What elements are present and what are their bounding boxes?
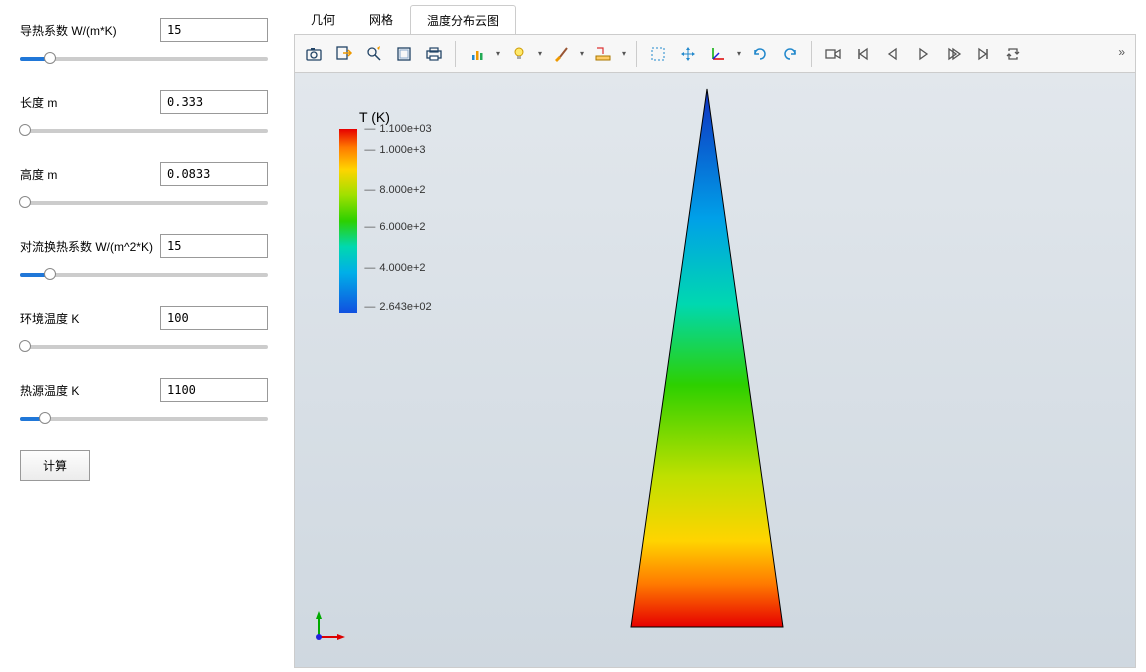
move-arrows-icon[interactable] — [675, 41, 701, 67]
toolbar-separator — [455, 41, 456, 67]
brush-icon[interactable] — [548, 41, 574, 67]
dropdown-arrow-icon[interactable]: ▾ — [735, 49, 743, 58]
param-slider[interactable] — [20, 264, 268, 284]
legend-tick: 4.000e+2 — [364, 263, 425, 274]
repeat-icon[interactable] — [1000, 41, 1026, 67]
param-input[interactable] — [160, 378, 268, 402]
graph-icon[interactable] — [464, 41, 490, 67]
last-frame-icon[interactable] — [970, 41, 996, 67]
param-label: 长度 m — [20, 94, 160, 111]
compute-button[interactable]: 计算 — [20, 450, 90, 481]
param-group: 热源温度 K — [20, 378, 270, 428]
tab[interactable]: 几何 — [294, 4, 352, 34]
param-slider[interactable] — [20, 48, 268, 68]
param-slider[interactable] — [20, 192, 268, 212]
parameters-panel: 导热系数 W/(m*K) 长度 m 高度 m 对流换热系数 W/(m^2*K) … — [0, 0, 290, 672]
param-slider[interactable] — [20, 408, 268, 428]
param-slider[interactable] — [20, 120, 268, 140]
param-input[interactable] — [160, 90, 268, 114]
lightbulb-icon[interactable] — [506, 41, 532, 67]
next-frame-icon[interactable] — [940, 41, 966, 67]
maximize-icon[interactable]: » — [1118, 45, 1125, 59]
param-label: 高度 m — [20, 166, 160, 183]
param-input[interactable] — [160, 234, 268, 258]
viewport[interactable]: T (K) 1.100e+031.000e+38.000e+26.000e+24… — [295, 73, 1135, 667]
legend-tick: 1.000e+3 — [364, 145, 425, 156]
param-group: 高度 m — [20, 162, 270, 212]
play-icon[interactable] — [910, 41, 936, 67]
first-frame-icon[interactable] — [850, 41, 876, 67]
param-group: 导热系数 W/(m*K) — [20, 18, 270, 68]
select-box-icon[interactable] — [645, 41, 671, 67]
param-input[interactable] — [160, 306, 268, 330]
rotate-ccw-icon[interactable] — [777, 41, 803, 67]
param-input[interactable] — [160, 18, 268, 42]
toolbar-separator — [811, 41, 812, 67]
toolbar-separator — [636, 41, 637, 67]
color-legend: T (K) 1.100e+031.000e+38.000e+26.000e+24… — [321, 109, 390, 313]
param-group: 对流换热系数 W/(m^2*K) — [20, 234, 270, 284]
dropdown-arrow-icon[interactable]: ▾ — [494, 49, 502, 58]
dropdown-arrow-icon[interactable]: ▾ — [578, 49, 586, 58]
rotate-cw-icon[interactable] — [747, 41, 773, 67]
dropdown-arrow-icon[interactable]: ▾ — [536, 49, 544, 58]
print-icon[interactable] — [421, 41, 447, 67]
visualization-panel: 几何网格温度分布云图 ▾ ▾ ▾ ▾ ▾ » T (K) 1.100e+031.000e+… — [290, 0, 1146, 672]
param-group: 环境温度 K — [20, 306, 270, 356]
legend-tick: 1.100e+03 — [364, 124, 431, 135]
export-icon[interactable] — [331, 41, 357, 67]
legend-tick: 2.643e+02 — [364, 302, 431, 313]
camera-icon[interactable] — [301, 41, 327, 67]
viewport-container: ▾ ▾ ▾ ▾ ▾ » T (K) 1.100e+031.000e+38.000e+26.… — [294, 34, 1136, 668]
zoom-magnify-icon[interactable] — [361, 41, 387, 67]
tab[interactable]: 温度分布云图 — [410, 5, 516, 35]
video-camera-icon[interactable] — [820, 41, 846, 67]
param-label: 热源温度 K — [20, 382, 160, 399]
param-label: 对流换热系数 W/(m^2*K) — [20, 238, 160, 255]
dropdown-arrow-icon[interactable]: ▾ — [620, 49, 628, 58]
param-slider[interactable] — [20, 336, 268, 356]
ruler-icon[interactable] — [590, 41, 616, 67]
legend-tick: 8.000e+2 — [364, 185, 425, 196]
tab[interactable]: 网格 — [352, 4, 410, 34]
param-input[interactable] — [160, 162, 268, 186]
axes-icon[interactable] — [705, 41, 731, 67]
legend-tick: 6.000e+2 — [364, 222, 425, 233]
layer-box-icon[interactable] — [391, 41, 417, 67]
toolbar: ▾ ▾ ▾ ▾ ▾ » — [295, 35, 1135, 73]
prev-frame-icon[interactable] — [880, 41, 906, 67]
param-label: 导热系数 W/(m*K) — [20, 22, 160, 39]
legend-colorbar — [339, 129, 357, 313]
axis-triad-icon — [307, 609, 347, 649]
param-label: 环境温度 K — [20, 310, 160, 327]
param-group: 长度 m — [20, 90, 270, 140]
temperature-contour-plot — [627, 87, 787, 629]
tabs: 几何网格温度分布云图 — [294, 4, 1136, 34]
